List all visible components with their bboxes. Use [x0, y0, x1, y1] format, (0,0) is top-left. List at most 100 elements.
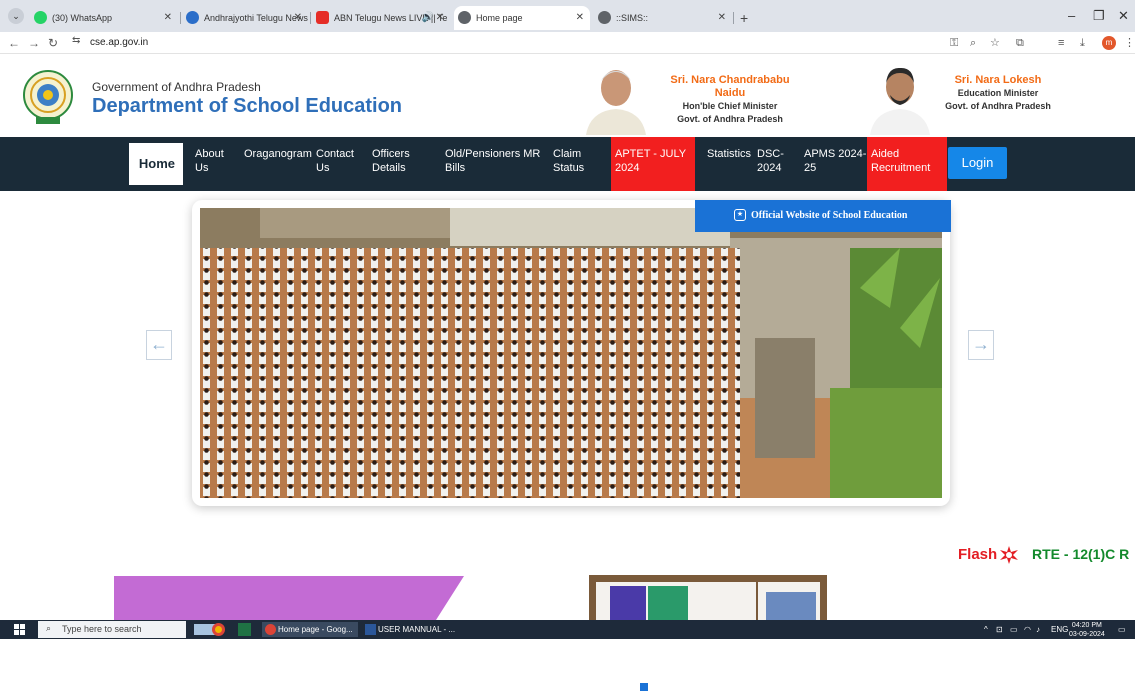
volume-icon[interactable]: ♪	[1036, 623, 1040, 636]
nav-label: DSC-	[757, 148, 784, 160]
minimize-button[interactable]: –	[1068, 6, 1075, 26]
carousel-dot[interactable]	[654, 685, 674, 689]
books-image	[596, 582, 820, 620]
password-key-icon[interactable]: ⚿	[950, 35, 958, 51]
battery-icon[interactable]: ▭	[1010, 623, 1018, 636]
url-field[interactable]: cse.ap.gov.in	[90, 36, 148, 50]
globe-icon	[598, 11, 611, 24]
reload-button[interactable]: ↻	[48, 34, 58, 52]
whatsapp-icon	[34, 11, 47, 24]
site-info-icon[interactable]: ⇆	[72, 35, 80, 46]
person-org: Govt. of Andhra Pradesh	[677, 114, 783, 124]
carousel-prev-button[interactable]: ←	[146, 330, 172, 360]
excel-icon[interactable]	[236, 622, 256, 637]
close-icon[interactable]: ✕	[718, 6, 726, 30]
restore-button[interactable]: ❐	[1093, 6, 1105, 26]
flash-burst-icon	[1000, 546, 1018, 564]
globe-icon	[458, 11, 471, 24]
tab-title: (30) WhatsApp	[52, 13, 113, 23]
nav-label: Us	[195, 162, 209, 174]
taskbar-app-label: USER MANNUAL - ...	[378, 625, 456, 634]
nav-apms-2024[interactable]: APMS 2024- 25	[804, 147, 866, 175]
flash-news-ticker[interactable]: RTE - 12(1)C R	[1032, 546, 1129, 562]
gov-line: Government of Andhra Pradesh	[92, 80, 261, 94]
taskbar-search-input[interactable]: Type here to search	[38, 621, 186, 638]
nav-home[interactable]: Home	[129, 143, 183, 185]
nav-claim-status[interactable]: Claim Status	[553, 147, 584, 175]
taskbar-app-chrome[interactable]: Home page - Goog...	[262, 622, 358, 637]
windows-taskbar: Type here to search ⌕ Home page - Goog..…	[0, 620, 1135, 639]
nav-label: 25	[804, 162, 817, 174]
extensions-icon[interactable]: ⧉	[1016, 35, 1024, 51]
forward-button[interactable]: →	[28, 34, 40, 52]
nav-label: Officers	[372, 148, 410, 160]
flash-label: Flash	[958, 546, 998, 563]
language-indicator[interactable]: ENG	[1051, 623, 1068, 636]
tray-expand-icon[interactable]: ^	[984, 623, 988, 636]
tab-search-icon[interactable]: ⌄	[8, 8, 24, 24]
menu-kebab-icon[interactable]: ⋮	[1124, 35, 1135, 51]
back-button[interactable]: ←	[8, 34, 20, 52]
notifications-icon[interactable]: ▭	[1118, 623, 1126, 636]
new-tab-button[interactable]: +	[740, 6, 748, 30]
taskbar-app-word[interactable]: USER MANNUAL - ...	[362, 622, 458, 637]
zoom-icon[interactable]: ⌕	[970, 35, 976, 51]
purple-banner[interactable]	[114, 576, 464, 620]
tab-divider	[733, 12, 734, 24]
news-icon	[186, 11, 199, 24]
carousel-dot[interactable]	[732, 685, 752, 689]
person-role: Education Minister	[957, 88, 1039, 98]
nav-aptet-2024[interactable]: APTET - JULY 2024	[611, 137, 695, 191]
profile-avatar[interactable]: m	[1102, 36, 1116, 50]
nav-contact-us[interactable]: Contact Us	[316, 147, 354, 175]
tab-home-page[interactable]: Home page ✕	[454, 6, 590, 30]
nav-label: About	[195, 148, 224, 160]
nav-officers-details[interactable]: Officers Details	[372, 147, 410, 175]
nav-about-us[interactable]: About Us	[195, 147, 224, 175]
chrome-icon	[265, 624, 276, 635]
tab-whatsapp[interactable]: (30) WhatsApp ✕	[30, 6, 178, 30]
carousel-dot[interactable]	[706, 685, 726, 689]
nav-label: Contact	[316, 148, 354, 160]
carousel-slide-image	[200, 208, 942, 498]
login-button[interactable]: Login	[948, 147, 1007, 179]
taskbar-app-label: Home page - Goog...	[278, 625, 353, 634]
carousel-dot[interactable]	[680, 685, 700, 689]
nav-label: Details	[372, 162, 406, 174]
close-icon[interactable]: ✕	[164, 6, 172, 30]
browser-tab-bar: ⌄ (30) WhatsApp ✕ Andhrajyothi Telugu Ne…	[0, 0, 1135, 32]
chief-minister-photo	[582, 61, 650, 135]
tab-abn-news[interactable]: ABN Telugu News LIVE || Te 🔊 ✕	[312, 6, 450, 30]
windows-start-icon[interactable]	[14, 624, 25, 635]
person-name: Sri. Nara Chandrababu Naidu	[670, 74, 790, 99]
carousel-dot[interactable]	[640, 683, 648, 691]
nav-aided-recruitment[interactable]: Aided Recruitment	[867, 137, 947, 191]
nav-organogram[interactable]: Oraganogram	[244, 147, 312, 161]
chrome-icon[interactable]	[210, 622, 230, 637]
person-org: Govt. of Andhra Pradesh	[945, 101, 1051, 111]
nav-label: APTET - JULY	[615, 148, 687, 160]
clock-time: 04:20 PM	[1071, 622, 1102, 629]
tab-sims[interactable]: ::SIMS:: ✕	[594, 6, 732, 30]
word-icon	[365, 624, 376, 635]
nav-dsc-2024[interactable]: DSC- 2024	[757, 147, 784, 175]
network-icon[interactable]: ⊡	[996, 623, 1003, 636]
nav-pensioners-bills[interactable]: Old/Pensioners MR Bills	[445, 147, 540, 175]
download-icon[interactable]: ⤓	[1080, 35, 1085, 51]
nav-statistics[interactable]: Statistics	[707, 147, 751, 161]
carousel-dot[interactable]	[758, 685, 778, 689]
close-icon[interactable]: ✕	[294, 6, 302, 30]
star-shield-icon: ★	[734, 209, 746, 221]
wifi-icon[interactable]: ◠	[1024, 623, 1031, 636]
bookmark-star-icon[interactable]: ☆	[990, 35, 1000, 51]
carousel-next-button[interactable]: →	[968, 330, 994, 360]
reading-list-icon[interactable]: ≡	[1058, 35, 1064, 51]
nav-label: Status	[553, 162, 585, 174]
close-window-button[interactable]: ✕	[1118, 6, 1129, 26]
system-clock[interactable]: 04:20 PM 03-09-2024	[1069, 621, 1105, 639]
audio-icon[interactable]: 🔊	[422, 6, 434, 30]
close-icon[interactable]: ✕	[436, 6, 444, 30]
tab-andhrajyothi[interactable]: Andhrajyothi Telugu News: Late ✕	[182, 6, 308, 30]
close-icon[interactable]: ✕	[576, 6, 584, 30]
tab-title: Andhrajyothi Telugu News: Late	[204, 13, 308, 23]
